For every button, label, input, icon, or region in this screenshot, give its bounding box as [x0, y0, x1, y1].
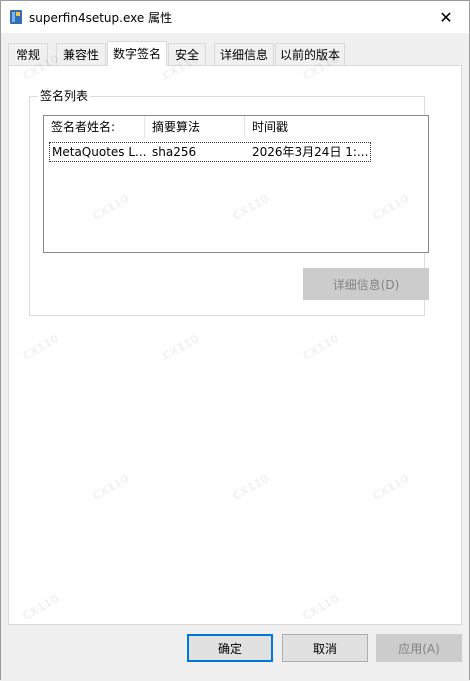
list-item[interactable]: MetaQuotes L... sha256 2026年3月24日 1:...: [49, 142, 371, 162]
column-header-algorithm[interactable]: 摘要算法: [145, 116, 245, 138]
tab-compatibility[interactable]: 兼容性: [56, 43, 106, 65]
details-button-label: 详细信息(D): [332, 277, 400, 292]
apply-button-label: 应用(A): [398, 641, 440, 656]
column-header-timestamp[interactable]: 时间戳: [245, 116, 375, 138]
properties-dialog: superfin4setup.exe 属性 ✕ 常规 兼容性 数字签名 安全 详…: [0, 0, 470, 681]
tab-security[interactable]: 安全: [168, 43, 206, 65]
close-icon: ✕: [439, 7, 453, 27]
tab-previous-versions[interactable]: 以前的版本: [275, 43, 345, 65]
apply-button[interactable]: 应用(A): [376, 634, 462, 662]
close-button[interactable]: ✕: [423, 1, 469, 33]
tab-compatibility-label: 兼容性: [62, 48, 99, 62]
installer-app-icon: [10, 10, 22, 24]
tab-previous-versions-label: 以前的版本: [279, 48, 340, 62]
tab-security-label: 安全: [174, 48, 199, 62]
tab-panel-digital-signatures: 签名列表 签名者姓名: 摘要算法 时间戳 MetaQuotes L... sha…: [8, 65, 462, 625]
details-button[interactable]: 详细信息(D): [303, 268, 429, 300]
signer-cell: MetaQuotes L...: [52, 145, 147, 159]
signature-list-group: 签名列表 签名者姓名: 摘要算法 时间戳 MetaQuotes L... sha…: [29, 89, 429, 316]
column-header-signer[interactable]: 签名者姓名:: [44, 116, 145, 138]
list-header: 签名者姓名: 摘要算法 时间戳: [44, 116, 428, 138]
tab-general[interactable]: 常规: [8, 43, 48, 65]
algorithm-cell: sha256: [152, 145, 197, 159]
tab-details-label: 详细信息: [219, 48, 268, 62]
ok-button[interactable]: 确定: [187, 634, 273, 662]
timestamp-cell: 2026年3月24日 1:...: [252, 145, 369, 159]
title-bar: superfin4setup.exe 属性 ✕: [1, 1, 469, 33]
window-title: superfin4setup.exe 属性: [29, 11, 173, 25]
tab-digital-signatures[interactable]: 数字签名: [107, 41, 167, 66]
tab-digital-signatures-label: 数字签名: [112, 47, 161, 61]
tab-general-label: 常规: [15, 48, 40, 62]
ok-button-label: 确定: [217, 641, 242, 656]
tab-details[interactable]: 详细信息: [214, 43, 274, 65]
cancel-button[interactable]: 取消: [282, 634, 368, 662]
cancel-button-label: 取消: [312, 641, 337, 656]
signature-list-label: 签名列表: [38, 89, 91, 103]
signature-list[interactable]: 签名者姓名: 摘要算法 时间戳 MetaQuotes L... sha256 2…: [43, 115, 429, 253]
